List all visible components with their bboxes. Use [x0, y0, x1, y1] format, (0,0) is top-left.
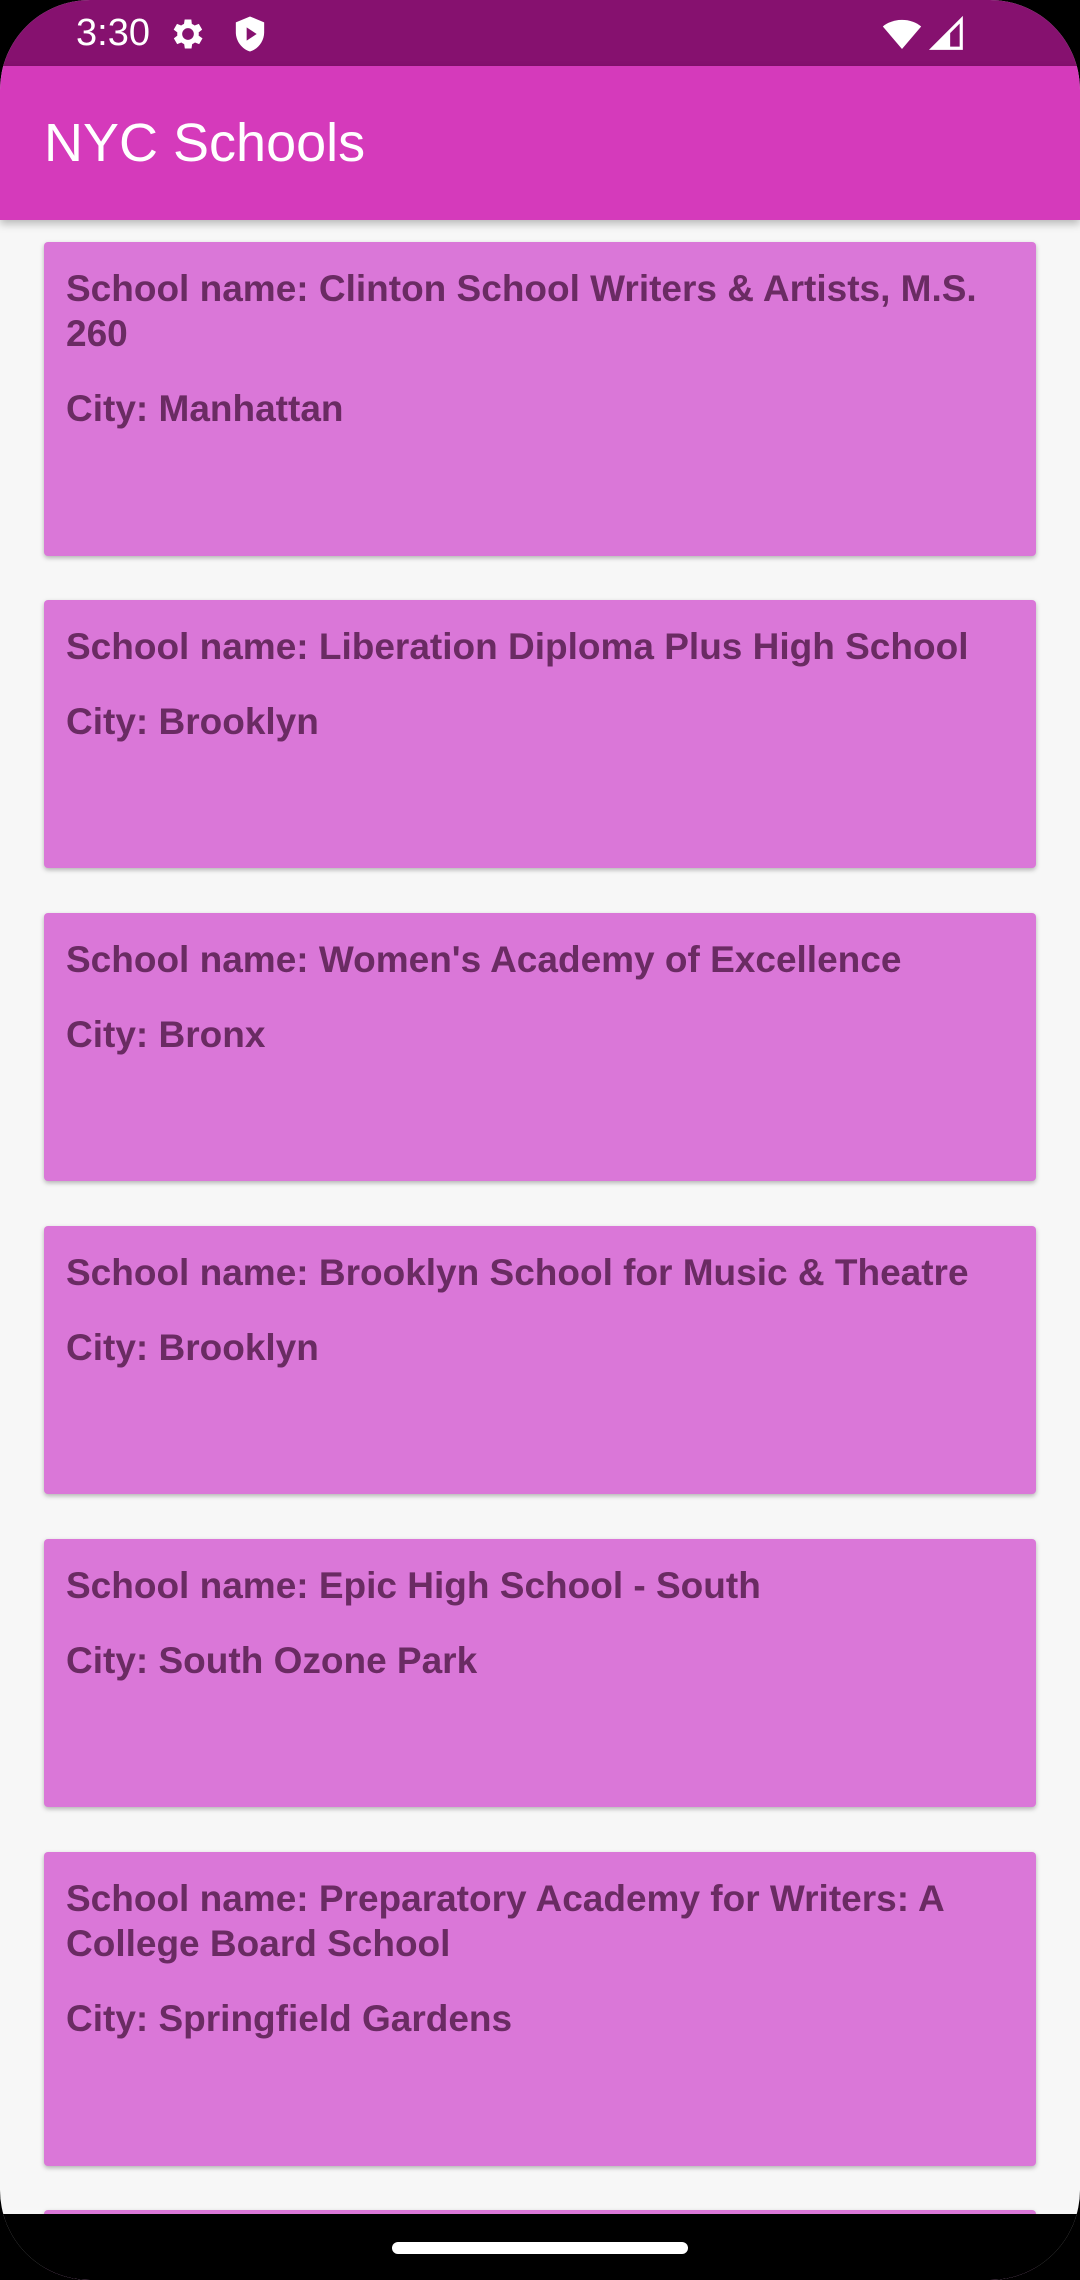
status-bar: 3:30	[0, 0, 1080, 66]
status-time: 3:30	[76, 12, 150, 54]
school-card[interactable]: School name: Clinton School Writers & Ar…	[44, 242, 1036, 556]
school-city: City: Brooklyn	[66, 1327, 319, 1368]
school-card[interactable]: School name: Preparatory Academy for Wri…	[44, 1852, 1036, 2166]
school-card[interactable]: School name: Women's Academy of Excellen…	[44, 913, 1036, 1181]
shield-play-icon	[235, 16, 265, 52]
phone-screen: 3:30 NYC Schools School name: Clinton Sc…	[0, 0, 1080, 2280]
school-name: School name: Brooklyn School for Music &…	[66, 1252, 969, 1293]
school-name: School name: Liberation Diploma Plus Hig…	[66, 626, 969, 667]
school-city: City: Bronx	[66, 1014, 266, 1055]
wifi-icon	[882, 19, 922, 49]
school-card[interactable]: School name: Epic High School - South Ci…	[44, 1539, 1036, 1807]
navigation-bar	[0, 2214, 1080, 2280]
school-city: City: Manhattan	[66, 388, 344, 429]
home-gesture-handle[interactable]	[392, 2242, 688, 2254]
schools-list[interactable]: School name: Clinton School Writers & Ar…	[0, 220, 1080, 2280]
school-name: School name: Epic High School - South	[66, 1565, 761, 1606]
gear-icon	[173, 19, 203, 49]
signal-icon	[928, 15, 963, 50]
school-name: School name: Preparatory Academy for Wri…	[66, 1878, 944, 1964]
school-card[interactable]: School name: Brooklyn School for Music &…	[44, 1226, 1036, 1494]
school-city: City: Springfield Gardens	[66, 1998, 513, 2039]
school-name: School name: Clinton School Writers & Ar…	[66, 268, 977, 354]
school-name: School name: Women's Academy of Excellen…	[66, 939, 902, 980]
app-title: NYC Schools	[44, 113, 366, 173]
school-card[interactable]: School name: Liberation Diploma Plus Hig…	[44, 600, 1036, 868]
school-city: City: South Ozone Park	[66, 1640, 478, 1681]
app-bar: NYC Schools	[0, 66, 1080, 220]
school-city: City: Brooklyn	[66, 701, 319, 742]
